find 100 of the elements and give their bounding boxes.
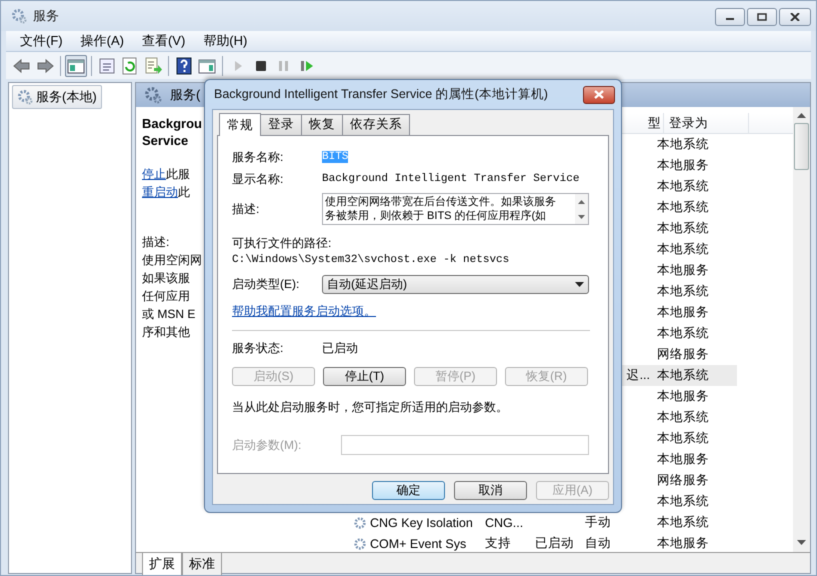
field-label: 启动参数(M): — [232, 436, 302, 454]
description-text: 使用空闲网络带宽在后台传送文件。如果该服务 — [325, 195, 557, 209]
field-label: 启动类型(E): — [232, 276, 300, 293]
path-label: 可执行文件的路径: — [232, 235, 332, 252]
view-tab[interactable]: 标准 — [182, 553, 222, 575]
description-text: 任何应用 — [142, 288, 190, 305]
dialog-tab[interactable]: 依存关系 — [342, 114, 410, 135]
action-text: 此服 — [166, 167, 190, 181]
table-cell: 本地系统 — [657, 241, 709, 258]
window-title: 服务 — [33, 7, 59, 25]
help-icon — [175, 56, 193, 74]
dialog-tab[interactable]: 登录 — [260, 114, 302, 135]
column-header[interactable]: 登录为 — [664, 113, 749, 134]
toolbar-button[interactable] — [65, 54, 87, 76]
close-icon — [594, 90, 604, 99]
table-cell: 本地服务 — [657, 304, 709, 321]
refresh-icon — [121, 56, 139, 74]
gear-icon — [353, 536, 367, 550]
table-cell: 本地服务 — [657, 535, 709, 552]
table-cell: 本地服务 — [657, 451, 709, 468]
scroll-up-icon — [797, 113, 806, 119]
scrollbar[interactable] — [793, 107, 810, 552]
table-cell: 手动 — [585, 514, 611, 531]
description-label: 描述: — [142, 234, 170, 251]
table-cell: 支持 — [485, 535, 511, 552]
menu-item[interactable]: 帮助(H) — [203, 32, 248, 50]
dropdown-arrow-icon — [575, 282, 584, 287]
note-text: 当从此处启动服务时，您可指定所适用的启动参数。 — [232, 399, 509, 416]
field-label: 服务名称: — [232, 148, 284, 166]
path-value: C:\Windows\System32\svchost.exe -k netsvcs — [232, 254, 510, 266]
description-text: 如果该服 — [142, 270, 190, 287]
service-title: Backgrou — [142, 115, 202, 132]
view-tab[interactable]: 扩展 — [142, 553, 182, 575]
table-cell: 自动 — [585, 535, 611, 552]
field-label: 显示名称: — [232, 170, 284, 188]
table-cell: 迟... — [626, 367, 650, 384]
field-value: Background Intelligent Transfer Service — [322, 173, 580, 185]
description-box[interactable]: 使用空闲网络带宽在后台传送文件。如果该服务 务被禁用，则依赖于 BITS 的任何应用程序(如 — [322, 193, 589, 225]
menu-item[interactable]: 操作(A) — [80, 32, 124, 50]
gear-icon — [144, 86, 162, 104]
table-cell: COM+ Event Sys — [370, 536, 466, 550]
forward-arrow-icon — [36, 56, 54, 74]
table-cell: 本地系统 — [657, 178, 709, 195]
field-label: 服务状态: — [232, 340, 284, 357]
maximize-button[interactable] — [747, 8, 777, 26]
scroll-up-icon — [578, 200, 585, 204]
action-link[interactable]: 重启动 — [142, 185, 178, 199]
startup-type-dropdown[interactable]: 自动(延迟启动) — [322, 275, 589, 294]
close-button[interactable] — [583, 86, 615, 104]
table-cell: 本地系统 — [657, 409, 709, 426]
table-cell: 本地系统 — [657, 136, 709, 153]
table-cell: 本地系统 — [657, 199, 709, 216]
action-pane-icon — [198, 56, 216, 74]
table-cell: 本地服务 — [657, 388, 709, 405]
close-button[interactable] — [779, 8, 811, 26]
pane-title: 服务( — [170, 86, 200, 104]
table-cell: CNG Key Isolation — [370, 516, 473, 530]
service-button[interactable]: 停止(T) — [323, 367, 406, 386]
scroll-down-icon — [578, 214, 585, 218]
action-text: 此 — [178, 185, 190, 199]
menu-item[interactable]: 文件(F) — [20, 32, 63, 50]
scroll-down-icon — [797, 540, 806, 546]
gear-icon — [17, 89, 33, 105]
tree-item[interactable]: 服务(本地) — [12, 85, 102, 109]
menu-item[interactable]: 查看(V) — [142, 32, 186, 50]
status-value: 已启动 — [322, 340, 358, 357]
help-link[interactable]: 帮助我配置服务启动选项。 — [232, 303, 376, 320]
table-cell: 已启动 — [535, 535, 574, 552]
table-cell: 网络服务 — [657, 472, 709, 489]
table-cell: 本地系统 — [657, 325, 709, 342]
table-cell: 本地服务 — [657, 262, 709, 279]
description-text: 或 MSN E — [142, 306, 196, 323]
console-tree-icon — [67, 56, 85, 74]
dialog-button[interactable]: 取消 — [454, 481, 527, 500]
table-cell: 本地系统 — [657, 514, 709, 531]
table-cell: 本地系统 — [657, 430, 709, 447]
back-arrow-icon — [13, 56, 31, 74]
dialog-button[interactable]: 确定 — [372, 481, 445, 500]
dialog-title: Background Intelligent Transfer Service 的属性(本地计算机) — [214, 86, 548, 103]
action-link[interactable]: 停止 — [142, 167, 166, 181]
scroll-thumb[interactable] — [794, 123, 809, 170]
table-cell: 本地系统 — [657, 493, 709, 510]
close-icon — [790, 13, 800, 21]
properties-icon — [98, 56, 116, 74]
table-cell: 本地系统 — [657, 283, 709, 300]
table-cell: 本地服务 — [657, 157, 709, 174]
gear-icon — [353, 516, 367, 530]
field-label: 描述: — [232, 201, 260, 218]
gear-icon — [11, 8, 27, 24]
dialog-tab[interactable]: 恢复 — [301, 114, 343, 135]
table-cell: 网络服务 — [657, 346, 709, 363]
export-list-icon — [144, 56, 162, 74]
description-text: 序和其他 — [142, 324, 190, 341]
table-cell: CNG... — [485, 516, 524, 530]
field-value: BITS — [322, 151, 348, 163]
minimize-button[interactable] — [715, 8, 745, 26]
maximize-icon — [757, 13, 767, 21]
dialog-tab[interactable]: 常规 — [219, 113, 261, 136]
table-cell: 本地系统 — [657, 367, 709, 384]
table-cell: 本地系统 — [657, 220, 709, 237]
